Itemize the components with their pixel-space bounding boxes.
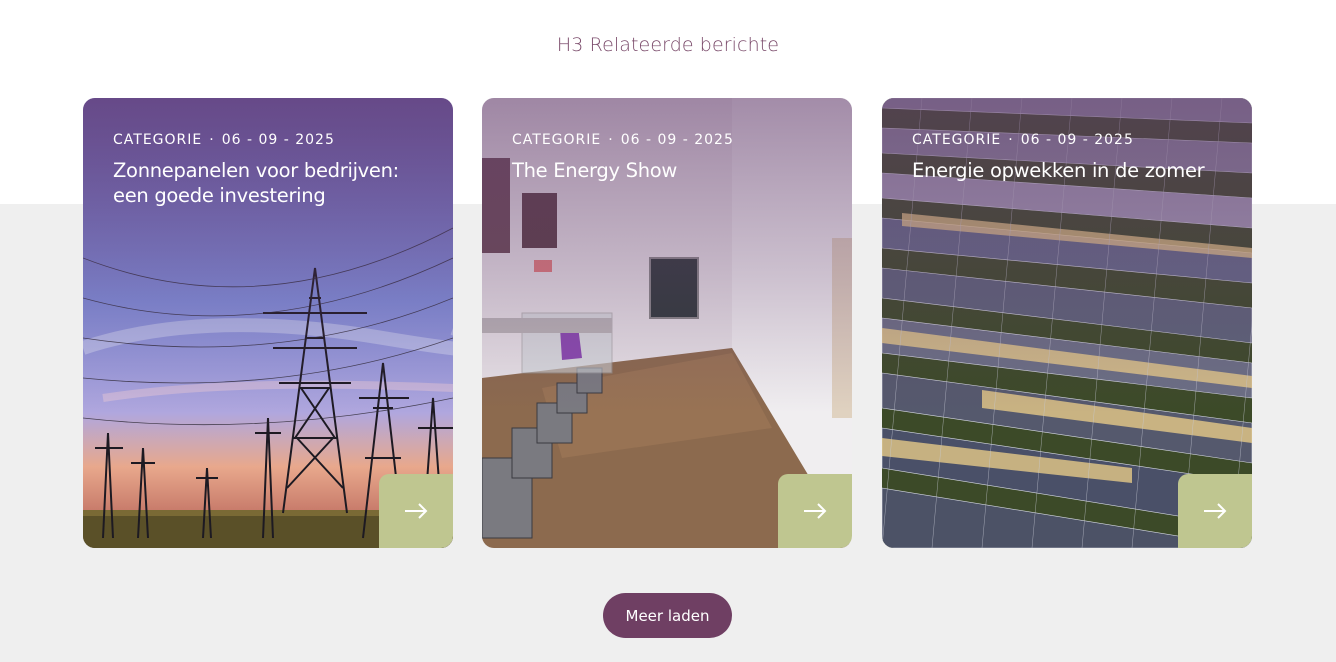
meta-separator: ·	[608, 132, 614, 148]
arrow-right-icon	[405, 503, 428, 519]
card-title[interactable]: Energie opwekken in de zomer	[912, 158, 1212, 183]
post-card-3[interactable]: CATEGORIE · 06 - 09 - 2025 Energie opwekke…	[882, 98, 1252, 548]
card-read-more-button[interactable]	[778, 474, 852, 548]
arrow-right-icon	[804, 503, 827, 519]
meta-separator: ·	[209, 132, 215, 148]
meta-separator: ·	[1008, 132, 1014, 148]
card-read-more-button[interactable]	[379, 474, 453, 548]
card-meta: CATEGORIE · 06 - 09 - 2025	[512, 132, 734, 148]
arrow-right-icon	[1204, 503, 1227, 519]
card-read-more-button[interactable]	[1178, 474, 1252, 548]
card-title[interactable]: The Energy Show	[512, 158, 812, 183]
card-date: 06 - 09 - 2025	[620, 132, 734, 148]
card-meta: CATEGORIE · 06 - 09 - 2025	[912, 132, 1134, 148]
card-category: CATEGORIE	[113, 132, 203, 148]
section-title: H3 Relateerde berichte	[556, 34, 780, 56]
card-meta: CATEGORIE · 06 - 09 - 2025	[113, 132, 335, 148]
card-date: 06 - 09 - 2025	[221, 132, 335, 148]
load-more-button[interactable]: Meer laden	[603, 593, 732, 638]
post-card-1[interactable]: CATEGORIE · 06 - 09 - 2025 Zonnepanelen vo…	[83, 98, 453, 548]
post-card-2[interactable]: CATEGORIE · 06 - 09 - 2025 The Energy Show	[482, 98, 852, 548]
card-date: 06 - 09 - 2025	[1020, 132, 1134, 148]
card-category: CATEGORIE	[912, 132, 1002, 148]
card-category: CATEGORIE	[512, 132, 602, 148]
card-title[interactable]: Zonnepanelen voor bedrijven: een goede i…	[113, 158, 413, 208]
